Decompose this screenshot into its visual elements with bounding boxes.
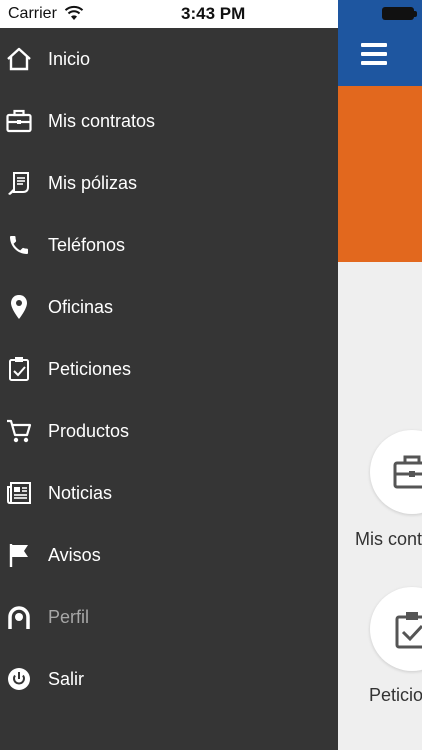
menu-label: Noticias <box>48 482 113 503</box>
location-pin-icon <box>6 294 32 320</box>
briefcase-icon <box>393 455 422 489</box>
status-bar: Carrier 3:43 PM <box>0 0 338 28</box>
wifi-icon <box>64 5 84 20</box>
menu-item-noticias[interactable]: Noticias <box>0 462 338 524</box>
carrier-label: Carrier <box>8 5 57 22</box>
menu-item-avisos[interactable]: Avisos <box>0 524 338 586</box>
menu-label: Inicio <box>48 48 91 69</box>
menu-label: Mis pólizas <box>48 172 138 193</box>
policy-document-icon <box>6 170 32 196</box>
menu-label: Productos <box>48 420 130 441</box>
clipboard-check-icon <box>395 612 422 649</box>
menu-item-perfil[interactable]: Perfil <box>0 586 338 648</box>
battery-icon <box>382 7 414 20</box>
tile-peticiones-button[interactable] <box>370 587 422 671</box>
flag-icon <box>6 542 32 568</box>
navigation-drawer: Inicio Mis contratos Mis pólizas Teléfon… <box>0 28 338 750</box>
briefcase-icon <box>6 108 32 134</box>
menu-label: Mis contratos <box>48 110 156 131</box>
menu-label: Salir <box>48 668 85 689</box>
clock: 3:43 PM <box>181 4 246 23</box>
menu-item-peticiones[interactable]: Peticiones <box>0 338 338 400</box>
menu-item-salir[interactable]: Salir <box>0 648 338 710</box>
tile-label-mis-contratos[interactable]: Mis contratos <box>355 529 422 550</box>
menu-icon[interactable] <box>361 43 387 65</box>
profile-icon <box>6 604 32 630</box>
menu-item-productos[interactable]: Productos <box>0 400 338 462</box>
phone-icon <box>6 232 32 258</box>
banner <box>338 86 422 262</box>
menu-item-inicio[interactable]: Inicio <box>0 28 338 90</box>
app-screen: Mis contratos Peticiones Carrier 3:43 PM <box>0 0 422 750</box>
menu-item-telefonos[interactable]: Teléfonos <box>0 214 338 276</box>
newspaper-icon <box>6 480 32 506</box>
battery-tip <box>414 11 417 17</box>
tile-label-peticiones[interactable]: Peticiones <box>369 685 422 706</box>
menu-label: Teléfonos <box>48 234 126 255</box>
menu-item-mis-contratos[interactable]: Mis contratos <box>0 90 338 152</box>
clipboard-check-icon <box>6 356 32 382</box>
tile-mis-contratos-button[interactable] <box>370 430 422 514</box>
power-icon <box>6 666 32 692</box>
menu-item-mis-polizas[interactable]: Mis pólizas <box>0 152 338 214</box>
menu-label: Peticiones <box>48 358 132 379</box>
cart-icon <box>6 418 32 444</box>
menu-label: Oficinas <box>48 296 114 317</box>
menu-label: Avisos <box>48 544 101 565</box>
menu-item-oficinas[interactable]: Oficinas <box>0 276 338 338</box>
menu-label: Perfil <box>48 606 90 627</box>
home-icon <box>6 46 32 72</box>
